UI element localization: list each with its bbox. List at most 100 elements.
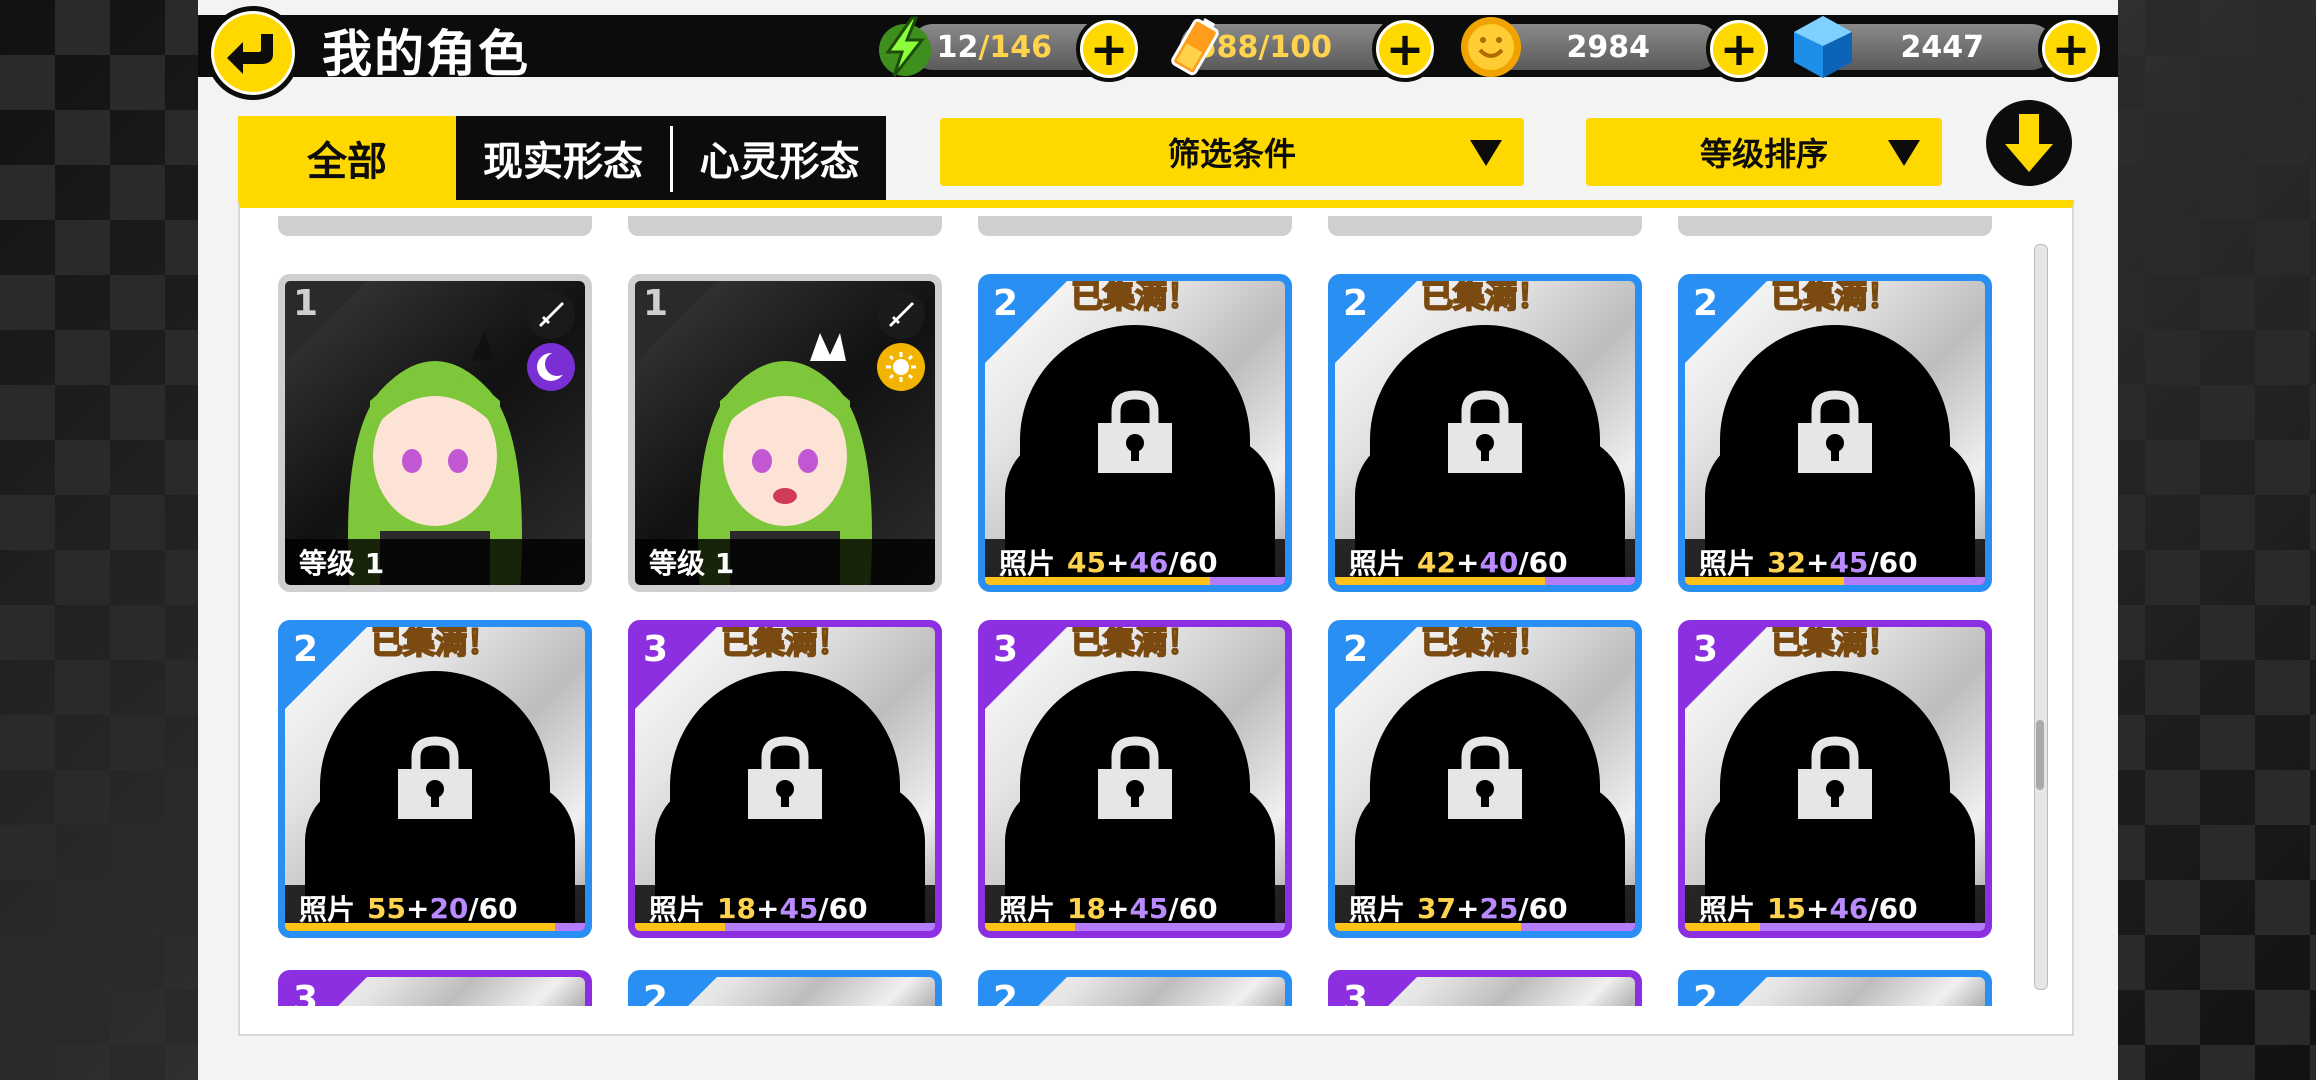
photo-total: /60 [468,891,518,925]
rarity-number: 3 [993,629,1019,670]
character-grid[interactable]: 1 等级 1 1 等级 1 2 已集满！ 照片 45 + 46 /60 2 已集… [240,216,2040,1006]
photo-total: /60 [1168,545,1218,579]
photo-total: /60 [1518,545,1568,579]
lock-icon [398,736,472,819]
filter-dropdown[interactable]: 筛选条件 [940,118,1524,186]
collected-full-tag: 已集满！ [720,623,850,662]
lightning-bolt-icon [879,16,931,77]
battery-max: /100 [1258,29,1332,65]
character-card-partial[interactable]: 3 [1328,970,1642,1006]
tab-spirit-form[interactable]: 心灵形态 [673,116,886,200]
sort-dropdown[interactable]: 等级排序 [1586,118,1942,186]
photo-count-b: 46 [1829,891,1869,925]
photo-count-a: 18 [1067,891,1106,925]
stamina-current: 12 [936,29,979,65]
photo-progress [1335,577,1635,585]
lock-icon [748,736,822,819]
photo-total: /60 [1168,891,1218,925]
photo-label: 照片 [999,547,1056,580]
lock-icon [1798,736,1872,819]
plus-sign: + [1105,891,1130,925]
card-partial-top [1678,216,1992,236]
collected-full-tag: 已集满！ [1070,623,1200,662]
photo-total: /60 [1868,891,1918,925]
photo-progress-fill [1335,577,1545,585]
photo-count-a: 55 [367,891,406,925]
gold-coin-icon [1461,17,1521,77]
add-stamina-button[interactable]: + [1076,16,1142,82]
character-card-locked[interactable]: 3 已集满！ 照片 18 +45/60 [978,620,1292,938]
character-card-locked[interactable]: 2 已集满！ 照片 32 +45/60 [1678,274,1992,592]
sort-order-button[interactable] [1986,100,2072,186]
battery-icon [1171,18,1219,76]
rarity-number: 2 [1693,979,1719,1006]
back-button[interactable] [206,6,300,100]
character-card-partial[interactable]: 2 [978,970,1292,1006]
lock-icon [1448,736,1522,819]
rarity-number: 1 [643,283,669,324]
lock-icon [1798,390,1872,473]
photo-count-b: 40 [1479,545,1519,579]
plus-sign: + [1455,545,1480,579]
photo-count-b: 45 [779,891,819,925]
collected-full-tag: 已集满！ [1770,623,1900,662]
rarity-number: 2 [993,979,1019,1006]
plus-sign: + [405,891,430,925]
lock-icon [1098,736,1172,819]
scrollbar-thumb[interactable] [2036,720,2044,790]
photo-label: 照片 [999,893,1056,926]
blue-gem-icon [1794,16,1852,78]
character-card-partial[interactable]: 2 [1678,970,1992,1006]
photo-count-a: 18 [717,891,756,925]
add-gem-button[interactable]: + [2038,16,2104,82]
photo-progress [1685,577,1985,585]
photo-label: 照片 [1699,547,1756,580]
character-card-locked[interactable]: 3 已集满！ 照片 15 +46/60 [1678,620,1992,938]
photo-progress-fill [1685,923,1760,931]
rarity-number: 3 [643,629,669,670]
card-partial-top [278,216,592,236]
add-battery-button[interactable]: + [1372,16,1438,82]
sword-icon [877,291,925,339]
gold-amount: 2984 [1566,29,1651,65]
rarity-number: 3 [1343,979,1369,1006]
plus-sign: + [755,891,780,925]
collected-full-tag: 已集满！ [1070,277,1200,316]
collected-full-tag: 已集满！ [370,623,500,662]
character-card-partial[interactable]: 3 [278,970,592,1006]
rarity-number: 3 [1693,629,1719,670]
sun-form-icon [877,343,925,391]
character-card-locked[interactable]: 2 已集满！ 照片 42 +40/60 [1328,274,1642,592]
photo-progress-fill [985,577,1210,585]
photo-count-b: 45 [1129,891,1169,925]
character-card[interactable]: 1 等级 1 [628,274,942,592]
photo-progress [635,923,935,931]
photo-count-a: 45 [1067,545,1106,579]
level-bar: 等级 1 [285,539,585,585]
collected-full-tag: 已集满！ [1420,623,1550,662]
photo-progress [985,577,1285,585]
gem-amount: 2447 [1900,29,1985,65]
photo-progress-fill [985,923,1075,931]
down-arrow-icon [2005,114,2053,172]
card-partial-top [1328,216,1642,236]
character-card-locked[interactable]: 2 已集满！ 照片 37 +25/60 [1328,620,1642,938]
level-label: 等级 1 [299,547,385,580]
character-card[interactable]: 1 等级 1 [278,274,592,592]
dropdown-triangle-icon [1888,140,1920,166]
collected-full-tag: 已集满！ [1420,277,1550,316]
tab-all[interactable]: 全部 [238,116,456,200]
add-gold-button[interactable]: + [1706,16,1772,82]
photo-count-b: 25 [1479,891,1519,925]
character-card-locked[interactable]: 2 已集满！ 照片 45 +46/60 [978,274,1292,592]
photo-progress-fill [635,923,725,931]
level-label: 等级 1 [649,547,735,580]
character-card-locked[interactable]: 2 已集满！ 照片 55 +20/60 [278,620,592,938]
scrollbar-track[interactable] [2034,244,2048,990]
photo-count-b: 46 [1129,545,1169,579]
character-card-locked[interactable]: 3 已集满！ 照片 18 +45/60 [628,620,942,938]
photo-count-a: 15 [1767,891,1806,925]
tab-reality-form[interactable]: 现实形态 [456,116,670,200]
rarity-number: 2 [1343,283,1369,324]
character-card-partial[interactable]: 2 [628,970,942,1006]
